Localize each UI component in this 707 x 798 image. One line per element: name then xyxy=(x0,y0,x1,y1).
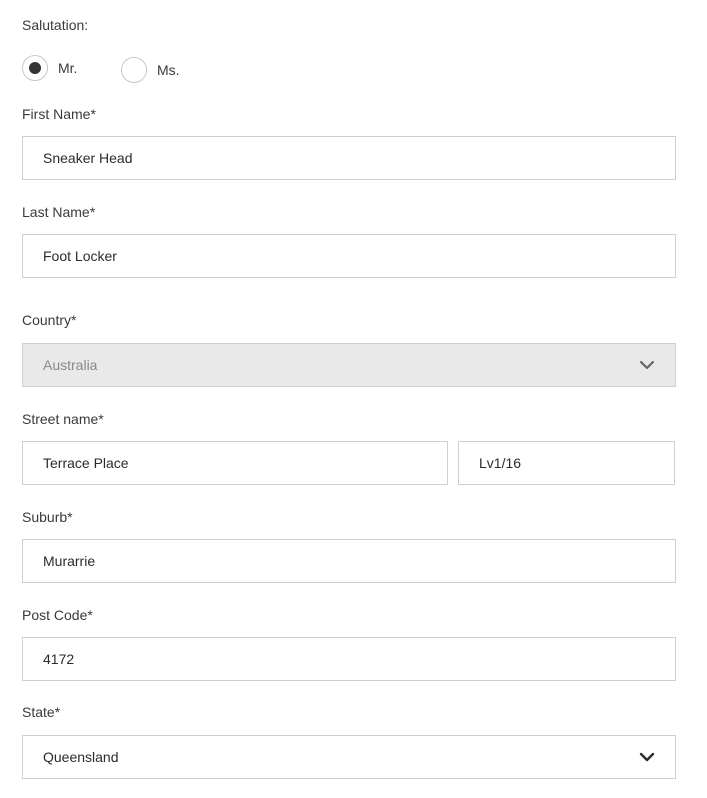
last-name-value: Foot Locker xyxy=(43,248,117,264)
radio-ms-label: Ms. xyxy=(157,62,180,78)
suburb-label: Suburb* xyxy=(22,509,73,525)
radio-ms[interactable] xyxy=(121,57,147,83)
last-name-field[interactable]: Foot Locker xyxy=(22,234,676,278)
salutation-option-mr[interactable]: Mr. xyxy=(22,55,77,81)
chevron-down-icon xyxy=(639,752,655,762)
first-name-field[interactable]: Sneaker Head xyxy=(22,136,676,180)
post-code-value: 4172 xyxy=(43,651,75,667)
state-label: State* xyxy=(22,704,61,720)
street-name-label: Street name* xyxy=(22,411,104,427)
country-label: Country* xyxy=(22,312,77,328)
street-name-field[interactable]: Terrace Place xyxy=(22,441,448,485)
country-value: Australia xyxy=(43,357,98,373)
salutation-label: Salutation: xyxy=(22,17,89,33)
first-name-value: Sneaker Head xyxy=(43,150,133,166)
post-code-label: Post Code* xyxy=(22,607,93,623)
state-select[interactable]: Queensland xyxy=(22,735,676,779)
suburb-value: Murarrie xyxy=(43,553,96,569)
last-name-label: Last Name* xyxy=(22,204,96,220)
state-value: Queensland xyxy=(43,749,119,765)
radio-mr-label: Mr. xyxy=(58,60,78,76)
street-number-value: Lv1/16 xyxy=(479,455,522,471)
street-name-value: Terrace Place xyxy=(43,455,129,471)
chevron-down-icon xyxy=(639,360,655,370)
street-number-field[interactable]: Lv1/16 xyxy=(458,441,675,485)
country-select[interactable]: Australia xyxy=(22,343,676,387)
radio-mr[interactable] xyxy=(22,55,48,81)
suburb-field[interactable]: Murarrie xyxy=(22,539,676,583)
salutation-option-ms[interactable]: Ms. xyxy=(121,57,180,83)
post-code-field[interactable]: 4172 xyxy=(22,637,676,681)
first-name-label: First Name* xyxy=(22,106,96,122)
